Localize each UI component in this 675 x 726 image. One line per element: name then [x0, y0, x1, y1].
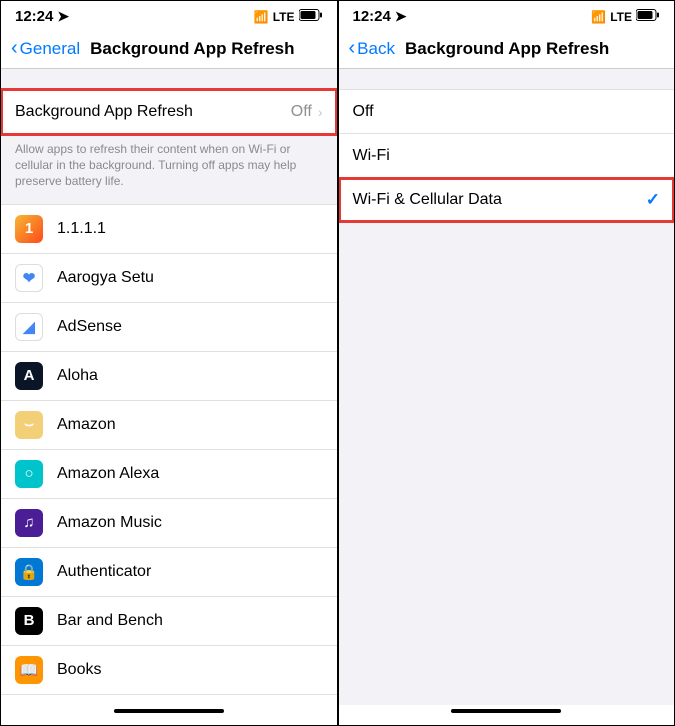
- app-icon: 🔒: [15, 558, 43, 586]
- app-row[interactable]: CCanva: [1, 695, 337, 705]
- master-toggle-value: Off: [291, 103, 312, 121]
- chevron-left-icon: ‹: [349, 37, 356, 60]
- signal-icon: 📶: [254, 10, 269, 24]
- app-label: Books: [57, 661, 323, 679]
- page-title: Background App Refresh: [405, 39, 609, 59]
- page-title: Background App Refresh: [90, 39, 294, 59]
- app-row[interactable]: ♫ Amazon Music: [1, 499, 337, 548]
- home-indicator[interactable]: [339, 705, 675, 725]
- screen-right: 12:24 ➤ 📶 LTE ‹ Back Background App Refr…: [338, 0, 675, 726]
- app-label: Bar and Bench: [57, 612, 323, 630]
- option-row[interactable]: Off: [339, 90, 675, 134]
- app-icon: 1: [15, 215, 43, 243]
- status-time: 12:24: [353, 8, 391, 25]
- app-row[interactable]: B Bar and Bench: [1, 597, 337, 646]
- battery-icon: [299, 9, 323, 24]
- app-icon: 📖: [15, 656, 43, 684]
- chevron-left-icon: ‹: [11, 37, 18, 60]
- nav-bar: ‹ General Background App Refresh: [1, 29, 337, 69]
- app-icon: ❤: [15, 264, 43, 292]
- app-icon: ♫: [15, 509, 43, 537]
- app-row[interactable]: A Aloha: [1, 352, 337, 401]
- network-label: LTE: [273, 10, 295, 24]
- option-row[interactable]: Wi-Fi & Cellular Data✓: [339, 178, 675, 222]
- checkmark-icon: ✓: [646, 190, 660, 210]
- app-row[interactable]: ⌣ Amazon: [1, 401, 337, 450]
- app-label: 1.1.1.1: [57, 220, 323, 238]
- nav-bar: ‹ Back Background App Refresh: [339, 29, 675, 69]
- back-label: Back: [357, 39, 395, 59]
- back-button[interactable]: ‹ Back: [349, 37, 395, 60]
- footer-note: Allow apps to refresh their content when…: [1, 135, 337, 204]
- signal-icon: 📶: [591, 10, 606, 24]
- app-row[interactable]: 🔒 Authenticator: [1, 548, 337, 597]
- app-row[interactable]: 📖 Books: [1, 646, 337, 695]
- app-label: Aarogya Setu: [57, 269, 323, 287]
- back-label: General: [20, 39, 80, 59]
- status-bar: 12:24 ➤ 📶 LTE: [1, 1, 337, 29]
- app-row[interactable]: ○ Amazon Alexa: [1, 450, 337, 499]
- app-icon: B: [15, 607, 43, 635]
- app-label: Amazon: [57, 416, 323, 434]
- app-label: AdSense: [57, 318, 323, 336]
- location-icon: ➤: [57, 8, 69, 25]
- screen-left: 12:24 ➤ 📶 LTE ‹ General Background App R…: [0, 0, 338, 726]
- battery-icon: [636, 9, 660, 24]
- option-label: Wi-Fi: [353, 147, 661, 165]
- app-icon: ⌣: [15, 411, 43, 439]
- app-icon: ◢: [15, 313, 43, 341]
- app-row[interactable]: ❤ Aarogya Setu: [1, 254, 337, 303]
- app-icon: ○: [15, 460, 43, 488]
- status-bar: 12:24 ➤ 📶 LTE: [339, 1, 675, 29]
- location-icon: ➤: [395, 8, 407, 25]
- app-label: Authenticator: [57, 563, 323, 581]
- network-label: LTE: [610, 10, 632, 24]
- master-toggle-row[interactable]: Background App Refresh Off ›: [1, 89, 337, 135]
- option-label: Off: [353, 103, 661, 121]
- app-row[interactable]: 1 1.1.1.1: [1, 205, 337, 254]
- status-time: 12:24: [15, 8, 53, 25]
- app-label: Amazon Music: [57, 514, 323, 532]
- app-label: Amazon Alexa: [57, 465, 323, 483]
- option-label: Wi-Fi & Cellular Data: [353, 191, 646, 209]
- back-button[interactable]: ‹ General: [11, 37, 80, 60]
- scroll-area[interactable]: Off Wi-Fi Wi-Fi & Cellular Data✓: [339, 69, 675, 705]
- chevron-right-icon: ›: [318, 104, 323, 120]
- app-label: Aloha: [57, 367, 323, 385]
- app-icon: A: [15, 362, 43, 390]
- app-row[interactable]: ◢ AdSense: [1, 303, 337, 352]
- scroll-area[interactable]: Background App Refresh Off › Allow apps …: [1, 69, 337, 705]
- apps-list: 1 1.1.1.1 ❤ Aarogya Setu ◢ AdSense A Aloha ⌣ Amaz…: [1, 204, 337, 705]
- options-list: Off Wi-Fi Wi-Fi & Cellular Data✓: [339, 89, 675, 223]
- master-toggle-label: Background App Refresh: [15, 103, 291, 121]
- home-indicator[interactable]: [1, 705, 337, 725]
- option-row[interactable]: Wi-Fi: [339, 134, 675, 178]
